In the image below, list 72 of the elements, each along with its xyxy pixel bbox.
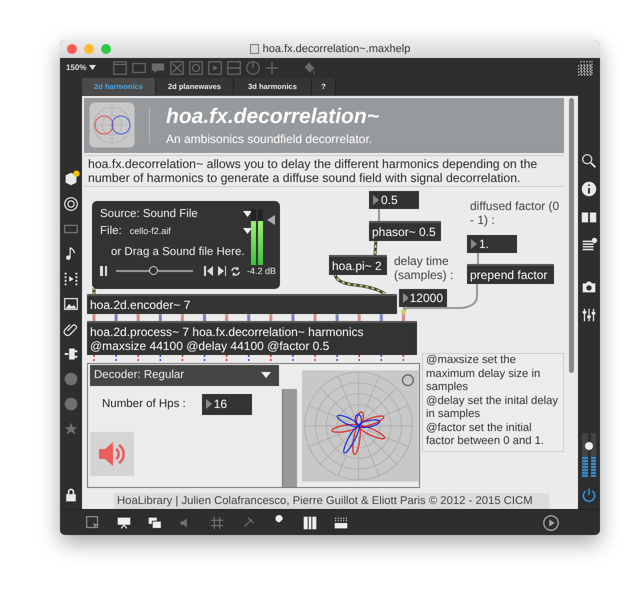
gain-handle-icon[interactable] [267, 214, 275, 225]
caret-icon[interactable] [89, 65, 96, 70]
info-icon[interactable] [580, 180, 598, 198]
play-circle-icon[interactable] [542, 514, 560, 532]
vertical-slider[interactable] [282, 388, 298, 487]
object-box[interactable]: prepend factor [467, 264, 554, 284]
level-reading: -4.2 dB [246, 266, 276, 276]
caret-icon[interactable] [261, 372, 271, 378]
logo-icon [89, 102, 135, 148]
help-subtitle: An ambisonics soundfield decorrelator. [166, 132, 374, 146]
note-text: @maxsize set the maximum delay size in samples [426, 354, 542, 395]
signal-cord [374, 238, 378, 256]
object-box[interactable]: hoa.pi~ 2 [329, 254, 387, 275]
comment-text: diffused factor (0 - 1) : [470, 198, 560, 227]
pause-icon[interactable] [100, 266, 108, 276]
target-icon[interactable] [62, 194, 80, 213]
number-box[interactable]: 16 [202, 394, 252, 415]
triangle-icon [471, 238, 477, 249]
comment-text: delay time (samples) : [394, 254, 454, 282]
window-title: hoa.fx.decorrelation~.maxhelp [262, 42, 410, 55]
panel-icon[interactable] [112, 60, 128, 76]
file-label: File: [100, 225, 122, 238]
number-value: 0.5 [381, 192, 398, 207]
level-meter [251, 208, 263, 265]
master-meter[interactable] [582, 433, 596, 478]
next-icon[interactable] [218, 266, 226, 276]
number-box[interactable]: 1. [467, 234, 517, 253]
object-box[interactable]: hoa.2d.process~ 7 hoa.fx.decorrelation~ harmonics @maxsize 44100 @delay 44100 @factor 0.5 [87, 320, 417, 355]
power-icon[interactable] [581, 487, 597, 504]
credits-text: HoaLibrary | Julien Colafrancesco, Pierre Guillot & Eliott Paris © 2012 - 2015 CICM [114, 492, 549, 509]
scrollbar[interactable] [569, 98, 574, 373]
zoom-dropdown[interactable]: 150% [66, 63, 104, 72]
description-text: hoa.fx.decorrelation~ allows you to delay the different harmonics depending on the number of harmonics to generate a diffuse sound field with signal decorrelation. [84, 154, 564, 187]
number-value: 12000 [410, 290, 443, 305]
triangle-icon [403, 292, 408, 303]
number-value: 1. [479, 236, 490, 251]
object-box[interactable]: hoa.2d.encoder~ 7 [87, 294, 397, 314]
note-text: @factor set the initial factor between 0 and 1. [426, 422, 546, 450]
triangle-icon [373, 194, 379, 205]
search-icon[interactable] [580, 152, 598, 170]
play-box-icon[interactable] [207, 60, 223, 76]
signal-cord [334, 272, 386, 296]
loop-icon[interactable] [230, 266, 240, 277]
drop-hint: or Drag a Sound file Here. [111, 246, 246, 258]
slider-icon[interactable] [226, 60, 242, 76]
previous-icon[interactable] [204, 266, 213, 276]
close-button[interactable] [67, 44, 77, 54]
slider-thumb[interactable] [148, 266, 158, 276]
object-box[interactable]: phasor~ 0.5 [369, 220, 441, 241]
number-value: 16 [214, 397, 228, 412]
hps-label: Number of Hps : [102, 398, 186, 410]
film-icon[interactable] [62, 270, 80, 288]
help-title: hoa.fx.decorrelation~ [166, 104, 379, 129]
piano-icon[interactable] [301, 514, 319, 532]
speaker-icon [97, 440, 127, 468]
note-text: @delay set the inital delay in samples [426, 394, 560, 422]
plus-icon[interactable] [264, 60, 280, 76]
grid-icon[interactable] [576, 58, 594, 77]
mixer-icon[interactable] [580, 306, 598, 324]
decoder-dropdown[interactable]: Decoder: Regular [90, 364, 279, 386]
lock-icon[interactable] [63, 487, 79, 504]
triangle-icon [206, 399, 212, 410]
number-box[interactable]: 0.5 [369, 190, 419, 209]
button-icon[interactable] [188, 60, 204, 76]
caret-icon[interactable] [243, 228, 252, 234]
document-icon [250, 44, 259, 54]
number-box[interactable]: 12000 [399, 288, 447, 307]
dial-icon[interactable] [245, 60, 261, 76]
toggle-icon[interactable] [169, 60, 185, 76]
file-dropdown[interactable]: cello-f2.aif [130, 226, 171, 236]
caret-icon[interactable] [243, 211, 252, 218]
source-dropdown[interactable]: Source: Sound File [100, 208, 198, 220]
